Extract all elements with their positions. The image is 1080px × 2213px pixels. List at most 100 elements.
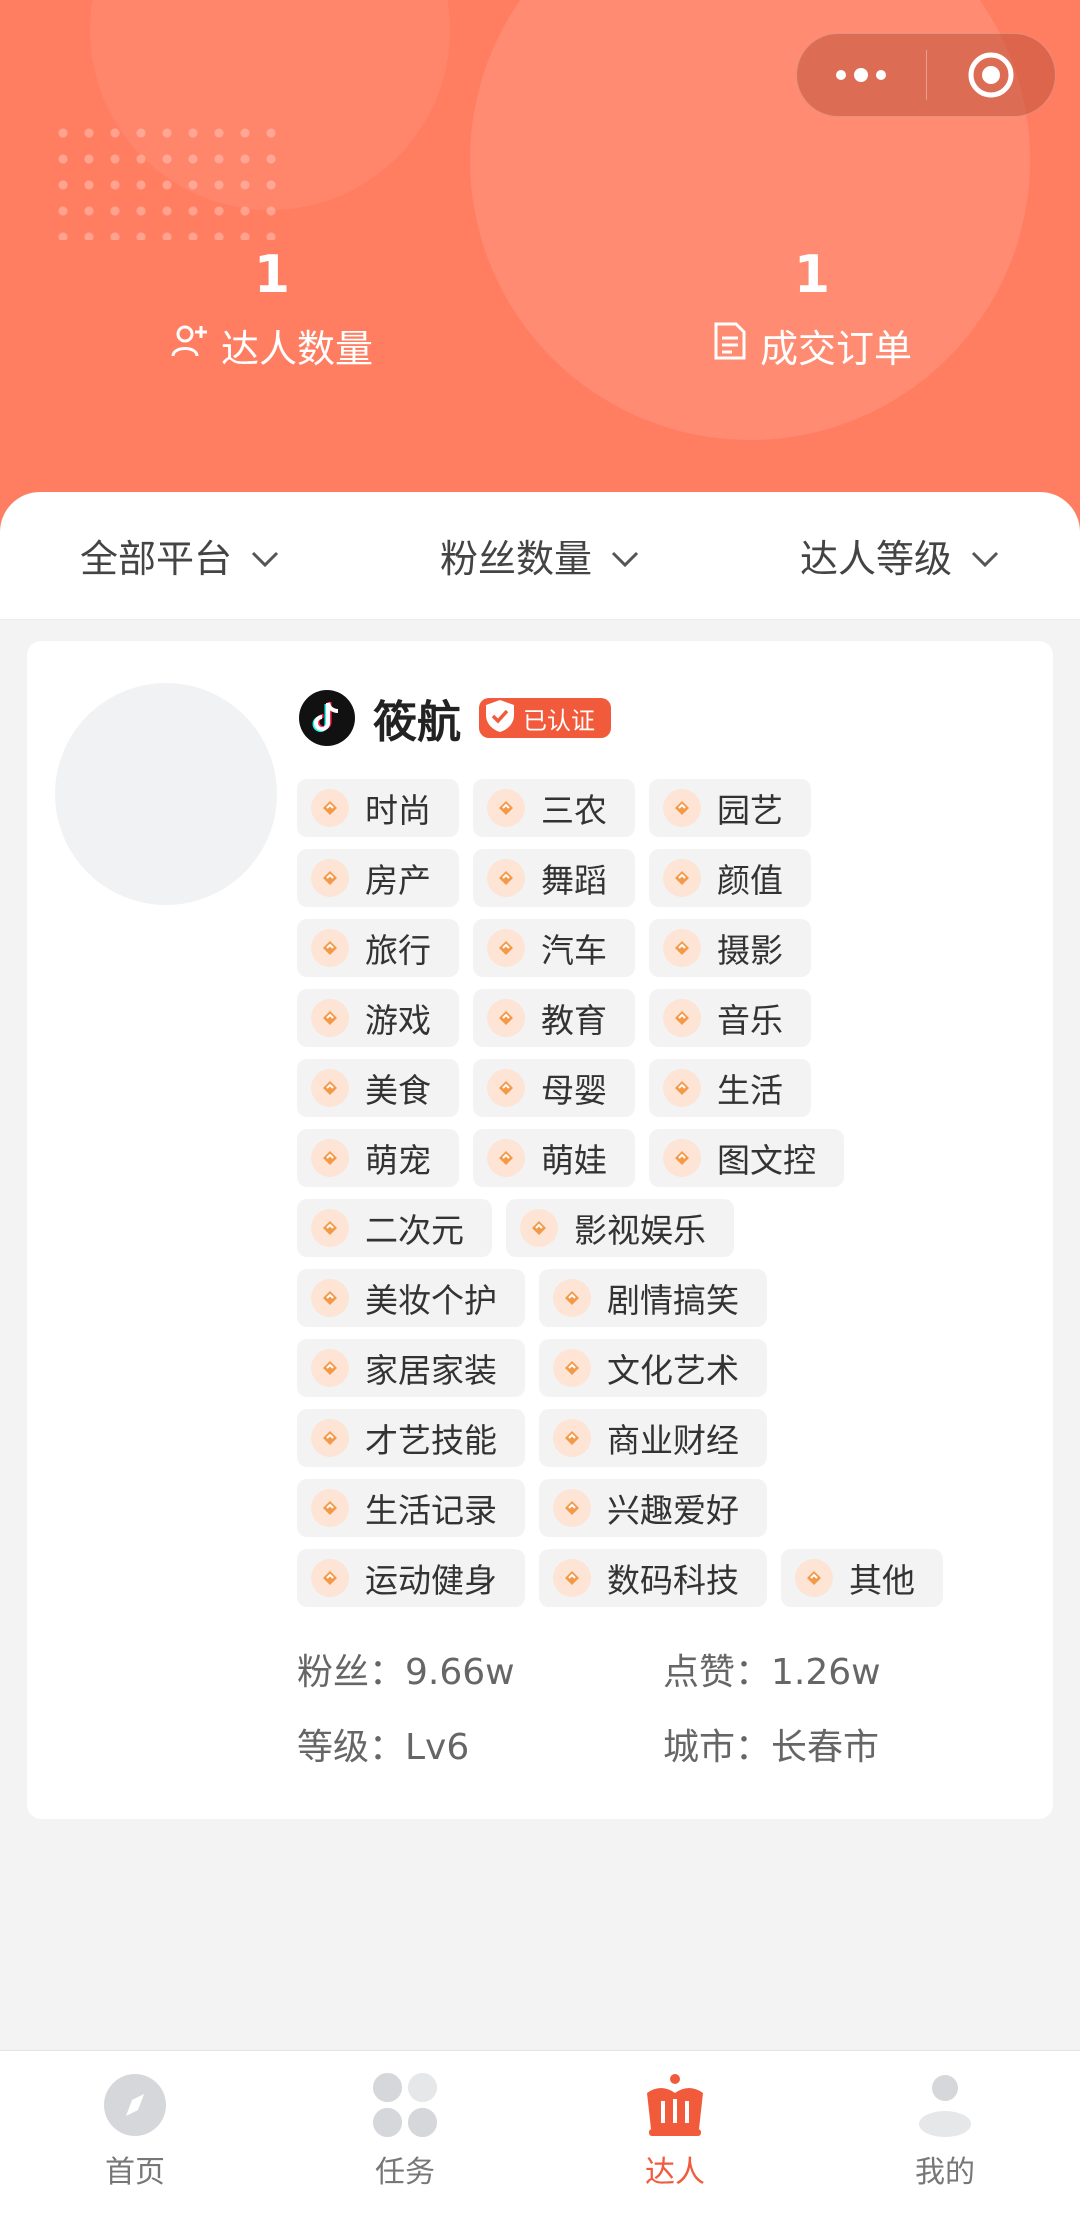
category-tag: 舞蹈: [473, 849, 635, 907]
chevron-down-icon: [970, 534, 1000, 578]
tag-label: 生活记录: [365, 1491, 497, 1530]
category-tag: 时尚: [297, 779, 459, 837]
category-tag: 二次元: [297, 1199, 492, 1257]
filter-fans[interactable]: 粉丝数量: [360, 528, 720, 583]
category-tag: 美食: [297, 1059, 459, 1117]
tag-label: 二次元: [365, 1211, 464, 1250]
tag-icon: [553, 1349, 591, 1387]
tag-icon: [311, 1419, 349, 1457]
tag-label: 舞蹈: [541, 861, 607, 900]
tag-icon: [311, 1349, 349, 1387]
category-tag: 家居家装: [297, 1339, 525, 1397]
tab-influencers[interactable]: 达人: [540, 2051, 810, 2213]
tag-row: 才艺技能 商业财经: [297, 1409, 1037, 1469]
target-icon[interactable]: [926, 34, 1055, 116]
tag-label: 萌宠: [365, 1141, 431, 1180]
likes-count: 点赞：1.26w: [663, 1651, 881, 1693]
filter-platform[interactable]: 全部平台: [0, 528, 360, 583]
shield-check-icon: [483, 698, 517, 738]
tag-label: 汽车: [541, 931, 607, 970]
tag-label: 园艺: [717, 791, 783, 830]
filter-level[interactable]: 达人等级: [720, 528, 1080, 583]
avatar: [55, 683, 277, 905]
stat-value: 1: [793, 245, 831, 305]
tab-mine[interactable]: 我的: [810, 2051, 1080, 2213]
tag-icon: [311, 1139, 349, 1177]
tag-row: 家居家装 文化艺术: [297, 1339, 1037, 1399]
category-tag: 摄影: [649, 919, 811, 977]
tag-icon: [520, 1209, 558, 1247]
person-icon: [911, 2071, 979, 2139]
tag-row: 运动健身 数码科技 其他: [297, 1549, 1037, 1609]
category-tag: 颜值: [649, 849, 811, 907]
tag-icon: [663, 859, 701, 897]
category-tag: 生活记录: [297, 1479, 525, 1537]
tag-label: 音乐: [717, 1001, 783, 1040]
influencer-name: 筱航: [373, 697, 461, 748]
tag-label: 母婴: [541, 1071, 607, 1110]
tiktok-icon: [299, 690, 355, 746]
category-tag: 文化艺术: [539, 1339, 767, 1397]
tag-row: 美食 母婴 生活: [297, 1059, 1037, 1119]
tag-icon: [663, 1139, 701, 1177]
add-user-icon: [171, 322, 209, 369]
tag-row: 萌宠 萌娃 图文控: [297, 1129, 1037, 1189]
influencer-card[interactable]: 筱航 已认证 时尚 三农 园艺 房产 舞蹈 颜值 旅行 汽车 摄影 游戏 教育 音乐 美食 母婴 生活 萌宠萌…: [27, 641, 1053, 1819]
tag-icon: [553, 1559, 591, 1597]
tag-label: 剧情搞笑: [607, 1281, 739, 1320]
verified-badge: 已认证: [479, 698, 611, 738]
more-dots-icon[interactable]: [797, 34, 926, 116]
tag-label: 商业财经: [607, 1421, 739, 1460]
category-tag: 图文控: [649, 1129, 844, 1187]
crown-icon: [641, 2071, 709, 2139]
category-tag: 游戏: [297, 989, 459, 1047]
tag-icon: [663, 789, 701, 827]
tag-label: 家居家装: [365, 1351, 497, 1390]
tag-row: 二次元 影视娱乐: [297, 1199, 1037, 1259]
category-tag: 才艺技能: [297, 1409, 525, 1467]
tag-label: 图文控: [717, 1141, 816, 1180]
category-tag: 运动健身: [297, 1549, 525, 1607]
filter-bar: 全部平台 粉丝数量 达人等级: [0, 492, 1080, 620]
category-tag: 其他: [781, 1549, 943, 1607]
influencer-stats: 粉丝：9.66w 点赞：1.26w 等级：Lv6 城市：长春市: [297, 1631, 1037, 1781]
category-tag: 兴趣爱好: [539, 1479, 767, 1537]
influencer-header: 筱航 已认证: [299, 681, 611, 755]
tab-home[interactable]: 首页: [0, 2051, 270, 2213]
category-tag: 美妆个护: [297, 1269, 525, 1327]
tag-label: 教育: [541, 1001, 607, 1040]
document-icon: [712, 321, 748, 370]
tag-icon: [311, 1279, 349, 1317]
tab-tasks[interactable]: 任务: [270, 2051, 540, 2213]
category-tag: 三农: [473, 779, 635, 837]
bottom-tab-bar: 首页 任务 达人 我的: [0, 2050, 1080, 2213]
tag-label: 萌娃: [541, 1141, 607, 1180]
stat-label: 成交订单: [759, 327, 912, 371]
verified-label: 已认证: [523, 706, 595, 735]
tag-icon: [795, 1559, 833, 1597]
tag-icon: [487, 859, 525, 897]
tag-label: 旅行: [365, 931, 431, 970]
chevron-down-icon: [250, 534, 280, 578]
tag-label: 影视娱乐: [574, 1211, 706, 1250]
stat-order-count: 1 成交订单: [662, 240, 962, 373]
tag-label: 文化艺术: [607, 1351, 739, 1390]
category-tag: 商业财经: [539, 1409, 767, 1467]
tag-row: 房产 舞蹈 颜值: [297, 849, 1037, 909]
tag-icon: [311, 1489, 349, 1527]
category-tag: 音乐: [649, 989, 811, 1047]
tag-label: 其他: [849, 1561, 915, 1600]
stat-label: 达人数量: [220, 327, 373, 371]
tag-row: 游戏 教育 音乐: [297, 989, 1037, 1049]
stat-value: 1: [253, 245, 291, 305]
tag-icon: [311, 929, 349, 967]
tag-row: 生活记录 兴趣爱好: [297, 1479, 1037, 1539]
chevron-down-icon: [610, 534, 640, 578]
tag-icon: [553, 1419, 591, 1457]
mini-program-capsule: [796, 33, 1056, 117]
tag-icon: [487, 1069, 525, 1107]
tag-icon: [487, 999, 525, 1037]
stat-influencer-count: 1 达人数量: [122, 240, 422, 373]
tag-icon: [311, 1209, 349, 1247]
category-tag: 教育: [473, 989, 635, 1047]
